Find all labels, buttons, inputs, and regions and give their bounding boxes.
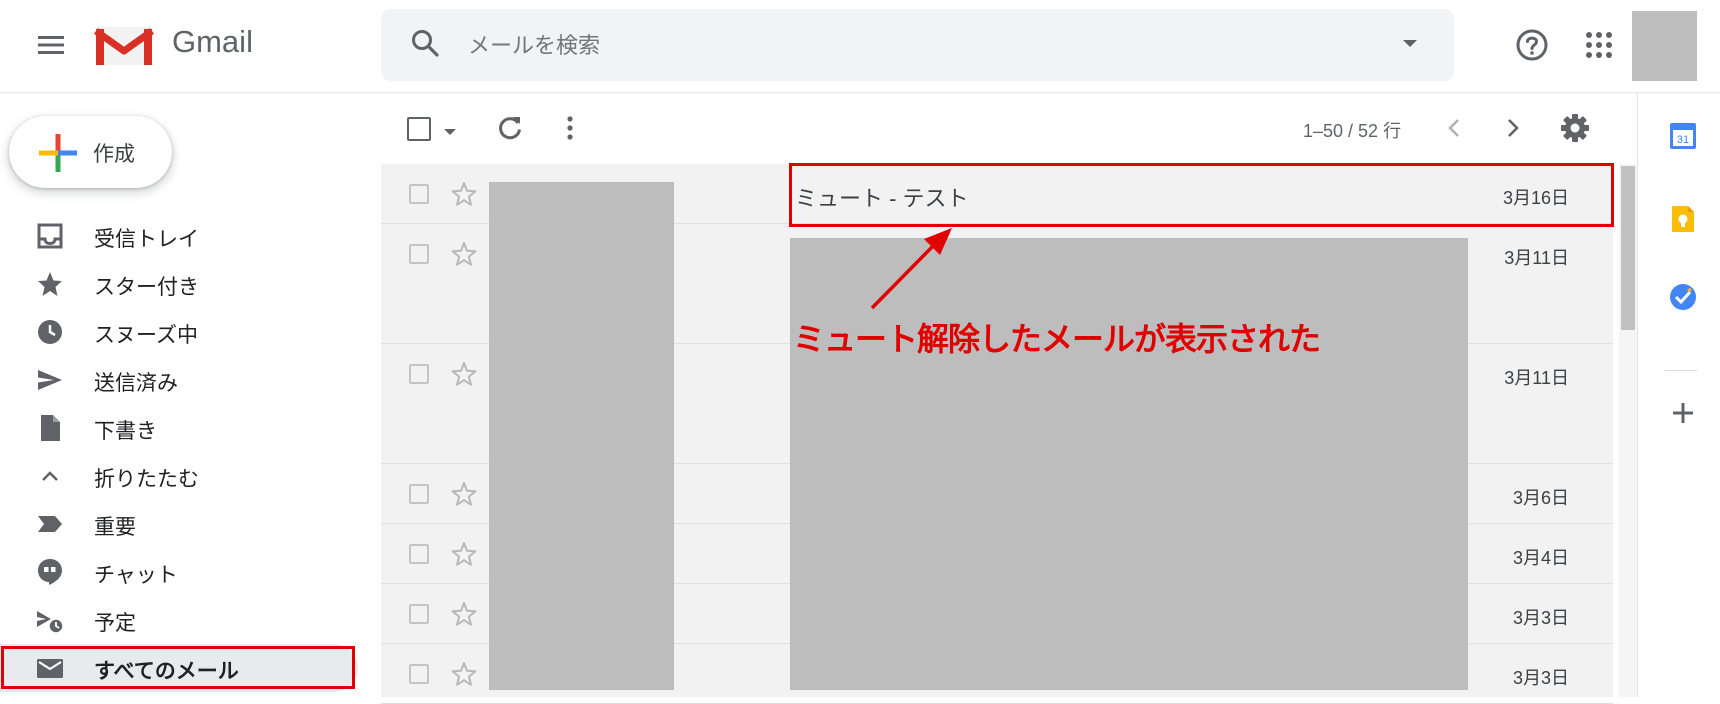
compose-button[interactable]: 作成 (9, 116, 172, 188)
sidebar-item-sent[interactable]: 送信済み (0, 356, 358, 404)
sidebar-item-label: チャット (94, 564, 178, 587)
gmail-logo-icon[interactable] (93, 23, 155, 67)
refresh-icon[interactable] (496, 114, 524, 142)
row-date: 3月6日 (1512, 488, 1569, 508)
select-dropdown-icon[interactable] (443, 124, 457, 135)
side-panel-divider (1665, 370, 1697, 371)
sidebar-item-starred[interactable]: スター付き (0, 260, 358, 308)
search-input[interactable] (466, 20, 1270, 72)
side-panel (1637, 92, 1720, 697)
row-date: 3月4日 (1512, 548, 1569, 568)
sidebar-item-inbox[interactable]: 受信トレイ (0, 212, 358, 260)
star-icon (36, 270, 64, 298)
star-outline-icon[interactable] (450, 540, 478, 568)
sidebar-item-scheduled[interactable]: 予定 (0, 596, 358, 644)
tasks-icon[interactable] (1668, 282, 1698, 312)
star-outline-icon[interactable] (450, 660, 478, 688)
star-outline-icon[interactable] (450, 600, 478, 628)
search-options-dropdown-icon[interactable] (1400, 36, 1420, 50)
select-all-checkbox[interactable] (407, 117, 431, 141)
search-icon[interactable] (409, 27, 441, 59)
annotation-arrow (860, 222, 960, 312)
row-checkbox[interactable] (409, 364, 429, 384)
keep-icon[interactable] (1668, 204, 1698, 234)
next-page-icon[interactable] (1503, 116, 1523, 140)
muted-message-highlight-box (789, 163, 1614, 227)
chat-icon (36, 558, 64, 586)
sidebar-item-label: 受信トレイ (94, 228, 199, 251)
annotation-text: ミュート解除したメールが表示された (793, 321, 1321, 357)
help-icon[interactable] (1515, 28, 1549, 62)
settings-gear-icon[interactable] (1560, 113, 1590, 143)
all-mail-highlight-box (1, 646, 355, 689)
sidebar-item-label: 送信済み (94, 372, 178, 395)
sidebar-item-label: スター付き (94, 276, 199, 299)
row-checkbox[interactable] (409, 544, 429, 564)
compose-plus-icon (39, 134, 77, 172)
main-menu-icon[interactable] (36, 30, 66, 60)
chevron-up-icon (36, 462, 64, 490)
sidebar-item-important[interactable]: 重要 (0, 500, 358, 548)
page-range: 1–50 / 52 行 (1303, 121, 1402, 141)
inbox-icon (36, 222, 64, 250)
draft-icon (36, 414, 64, 442)
row-date: 3月3日 (1512, 668, 1569, 688)
star-outline-icon[interactable] (450, 180, 478, 208)
scheduled-icon (36, 606, 64, 634)
sidebar-item-label: 重要 (94, 516, 136, 539)
clock-icon (36, 318, 64, 346)
row-date: 3月11日 (1504, 248, 1569, 268)
sidebar-item-snoozed[interactable]: スヌーズ中 (0, 308, 358, 356)
scrollbar-thumb[interactable] (1621, 166, 1635, 330)
row-checkbox[interactable] (409, 184, 429, 204)
sidebar-item-drafts[interactable]: 下書き (0, 404, 358, 452)
sidebar-item-label: 予定 (94, 612, 136, 635)
star-outline-icon[interactable] (450, 240, 478, 268)
google-apps-grid-icon[interactable] (1584, 30, 1614, 60)
previous-page-icon[interactable] (1444, 116, 1464, 140)
account-avatar[interactable] (1632, 11, 1697, 81)
sidebar-item-label: 下書き (94, 420, 157, 443)
sidebar-item-collapse[interactable]: 折りたたむ (0, 452, 358, 500)
calendar-icon[interactable]: 31 (1668, 121, 1698, 151)
row-date: 3月11日 (1504, 368, 1569, 388)
important-icon (36, 510, 64, 538)
row-checkbox[interactable] (409, 604, 429, 624)
row-checkbox[interactable] (409, 244, 429, 264)
star-outline-icon[interactable] (450, 480, 478, 508)
add-addon-plus-icon[interactable] (1668, 398, 1698, 428)
app-title[interactable]: Gmail (172, 24, 253, 60)
sidebar-item-chats[interactable]: チャット (0, 548, 358, 596)
send-icon (36, 366, 64, 394)
redacted-senders (489, 182, 674, 690)
sidebar-item-label: 折りたたむ (94, 468, 199, 491)
calendar-day: 31 (1677, 134, 1689, 146)
row-date: 3月3日 (1512, 608, 1569, 628)
more-options-icon[interactable] (564, 114, 576, 142)
star-outline-icon[interactable] (450, 360, 478, 388)
compose-label: 作成 (93, 143, 135, 166)
sidebar-item-label: スヌーズ中 (94, 324, 198, 347)
row-checkbox[interactable] (409, 484, 429, 504)
row-checkbox[interactable] (409, 664, 429, 684)
